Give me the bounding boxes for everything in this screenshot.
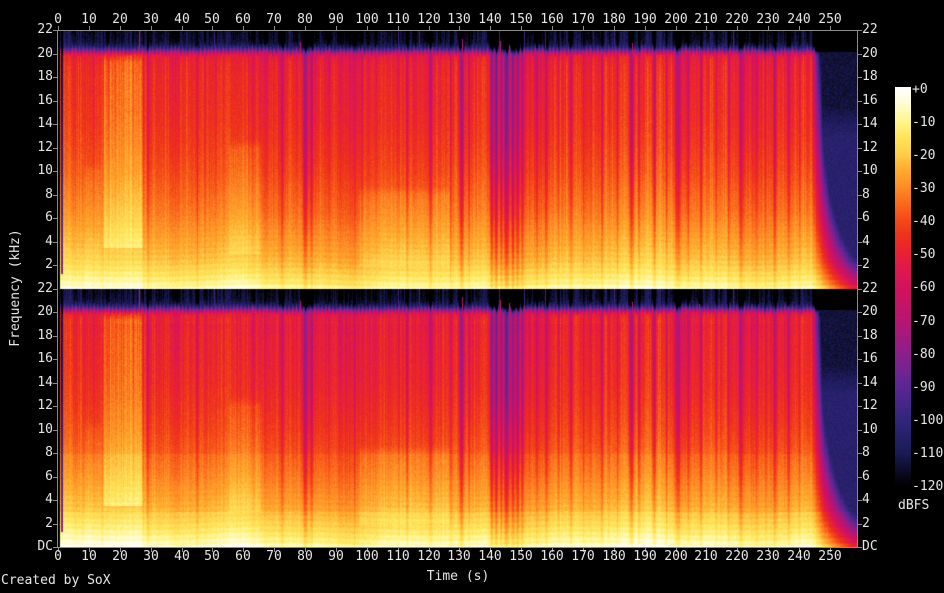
freq-tick-label: 12 [862, 140, 878, 155]
freq-tick-label: DC [37, 539, 53, 554]
sox-spectrogram-window: 0 0 10 10 20 20 30 30 40 40 50 50 60 60 70 70 80 80 90 90 10… [0, 0, 944, 593]
plot-border-left [57, 30, 58, 548]
freq-tick [53, 265, 57, 266]
freq-tick-label: 16 [37, 351, 53, 366]
freq-tick-label: 18 [37, 328, 53, 343]
freq-tick-label: 14 [862, 375, 878, 390]
freq-tick [53, 406, 57, 407]
freq-tick [53, 54, 57, 55]
freq-tick-label: 22 [862, 22, 878, 37]
colorbar-tick-label: -80 [912, 347, 936, 362]
freq-tick-label: 14 [862, 116, 878, 131]
freq-tick-label: 14 [37, 116, 53, 131]
freq-tick-label: 8 [45, 445, 53, 460]
freq-tick [53, 124, 57, 125]
freq-tick-label: 6 [862, 469, 870, 484]
freq-tick [53, 242, 57, 243]
freq-tick-label: 12 [862, 398, 878, 413]
colorbar-tick-label: -60 [912, 280, 936, 295]
freq-tick-label: 18 [862, 328, 878, 343]
colorbar-tick-label: -110 [912, 446, 944, 461]
freq-tick-label: 10 [37, 163, 53, 178]
freq-tick-label: 4 [45, 234, 53, 249]
freq-tick [53, 500, 57, 501]
freq-tick-label: 10 [862, 163, 878, 178]
freq-tick-label: 20 [862, 304, 878, 319]
freq-tick [53, 148, 57, 149]
freq-tick-label: 20 [37, 46, 53, 61]
freq-tick-label: 20 [862, 46, 878, 61]
freq-tick [53, 477, 57, 478]
freq-tick-label: 8 [862, 445, 870, 460]
freq-tick [53, 101, 57, 102]
freq-tick-label: 10 [862, 422, 878, 437]
freq-tick-label: 4 [862, 234, 870, 249]
colorbar-unit-label: dBFS [898, 498, 930, 513]
freq-tick-label: 12 [37, 398, 53, 413]
colorbar-tick-label: -120 [912, 479, 944, 494]
freq-tick-label: 16 [862, 351, 878, 366]
freq-tick [53, 218, 57, 219]
freq-tick [53, 171, 57, 172]
freq-tick [53, 453, 57, 454]
plot-border-top [57, 30, 858, 31]
freq-tick-label: 4 [45, 492, 53, 507]
colorbar-tick-label: -30 [912, 181, 936, 196]
freq-tick-label: 8 [862, 187, 870, 202]
freq-tick-label: 4 [862, 492, 870, 507]
freq-tick-label: 2 [862, 516, 870, 531]
freq-tick-label: 14 [37, 375, 53, 390]
colorbar-tick-label: -10 [912, 115, 936, 130]
y-axis-title: Frequency (kHz) [8, 229, 23, 347]
freq-tick-label: DC [862, 539, 878, 554]
freq-tick-label: 22 [37, 22, 53, 37]
x-axis-title: Time (s) [426, 569, 490, 584]
freq-tick [53, 336, 57, 337]
colorbar-tick-label: -50 [912, 247, 936, 262]
freq-tick-label: 16 [862, 93, 878, 108]
colorbar-tick-label: +0 [912, 82, 928, 97]
colorbar-tick-label: -20 [912, 148, 936, 163]
freq-tick [53, 195, 57, 196]
freq-tick [53, 430, 57, 431]
freq-tick-label: 2 [45, 257, 53, 272]
spectrogram-canvas [58, 30, 857, 547]
freq-tick [53, 359, 57, 360]
colorbar-tick-label: -100 [912, 413, 944, 428]
colorbar-tick-label: -70 [912, 314, 936, 329]
credit-text: Created by SoX [1, 573, 111, 588]
freq-tick-label: 22 [37, 281, 53, 296]
freq-tick-label: 22 [862, 281, 878, 296]
freq-tick-label: 18 [37, 69, 53, 84]
freq-tick-label: 6 [45, 469, 53, 484]
time-tick-label: 250 [818, 549, 842, 564]
freq-tick [53, 383, 57, 384]
freq-tick [53, 30, 57, 31]
freq-tick-label: 6 [862, 210, 870, 225]
freq-tick-label: 2 [45, 516, 53, 531]
freq-tick-label: 8 [45, 187, 53, 202]
freq-tick [53, 289, 57, 290]
freq-tick-label: 2 [862, 257, 870, 272]
freq-tick [53, 524, 57, 525]
freq-tick-label: 18 [862, 69, 878, 84]
freq-tick-label: 16 [37, 93, 53, 108]
freq-tick [53, 77, 57, 78]
colorbar-tick-label: -90 [912, 380, 936, 395]
time-tick-label: 250 [818, 12, 842, 27]
freq-tick-label: 10 [37, 422, 53, 437]
freq-tick-label: 12 [37, 140, 53, 155]
freq-tick-label: 20 [37, 304, 53, 319]
freq-tick [53, 312, 57, 313]
freq-tick [53, 547, 57, 548]
freq-tick-label: 6 [45, 210, 53, 225]
colorbar-tick-label: -40 [912, 214, 936, 229]
